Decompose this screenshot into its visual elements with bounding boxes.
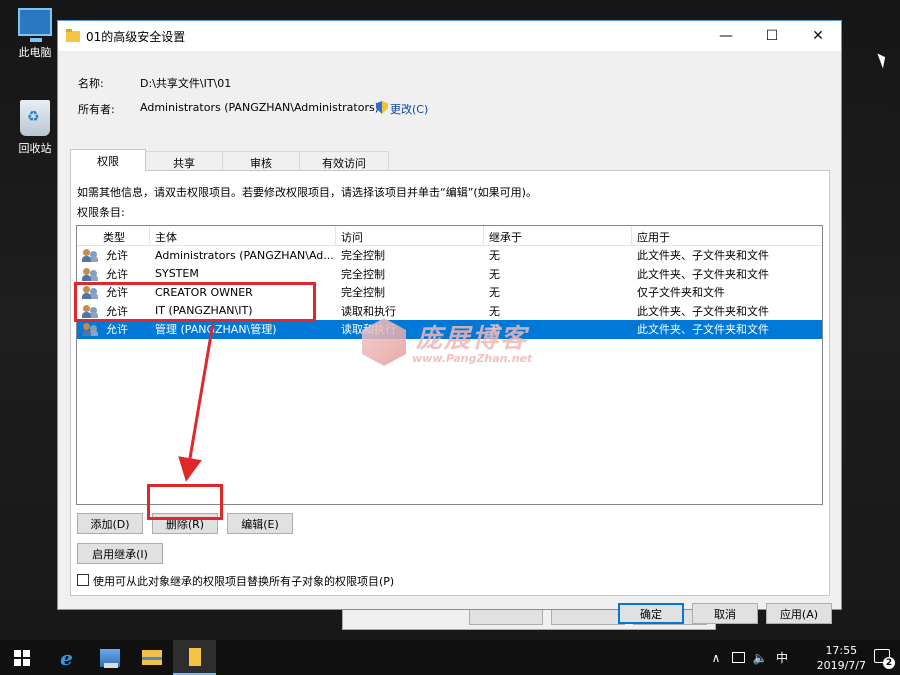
watermark-text: 庞展博客	[416, 324, 529, 354]
tab-auditing[interactable]: 审核	[222, 151, 300, 171]
tab-effective-access[interactable]: 有效访问	[299, 151, 389, 171]
name-label: 名称:	[78, 77, 104, 90]
row-inherited-from: 无	[489, 304, 500, 318]
highlight-box-remove-button	[147, 484, 223, 520]
highlight-box-selected-entry	[74, 282, 316, 322]
desktop-icon-label: 回收站	[18, 142, 52, 155]
row-principal: 管理 (PANGZHAN\管理)	[155, 323, 277, 337]
replace-child-permissions-checkbox[interactable]	[77, 574, 89, 586]
permission-entries-label: 权限条目:	[77, 206, 125, 219]
owner-label: 所有者:	[78, 103, 115, 116]
row-type: 允许	[106, 249, 128, 263]
taskbar-clock[interactable]: 17:55 2019/7/7	[817, 643, 866, 673]
mouse-cursor-icon	[877, 51, 889, 69]
window-title: 01的高级安全设置	[86, 29, 186, 44]
network-icon[interactable]	[728, 640, 748, 675]
ok-button[interactable]: 确定	[618, 603, 684, 624]
desktop-icon-recycle-bin[interactable]: 回收站	[7, 100, 63, 156]
row-access: 完全控制	[341, 286, 385, 300]
name-value: D:\共享文件\IT\01	[140, 77, 232, 90]
column-header-access[interactable]: 访问	[336, 226, 484, 246]
owner-value: Administrators (PANGZHAN\Administrators)	[140, 101, 379, 114]
tray-overflow-chevron[interactable]: ∧	[706, 640, 726, 675]
column-header-inherited-from[interactable]: 继承于	[484, 226, 632, 246]
tab-permissions[interactable]: 权限	[70, 149, 146, 171]
users-icon	[82, 322, 98, 337]
row-access: 读取和执行	[341, 304, 396, 318]
clock-date: 2019/7/7	[816, 659, 866, 672]
users-icon	[82, 267, 98, 281]
row-applies-to: 此文件夹、子文件夹和文件	[637, 267, 769, 281]
start-button[interactable]	[0, 640, 43, 675]
row-applies-to: 仅子文件夹和文件	[637, 286, 725, 300]
row-inherited-from: 无	[489, 249, 500, 263]
tab-sharing[interactable]: 共享	[145, 151, 223, 171]
row-access: 完全控制	[341, 249, 385, 263]
row-applies-to: 此文件夹、子文件夹和文件	[637, 249, 769, 263]
tab-strip: 权限 共享 审核 有效访问	[70, 149, 389, 171]
server-manager-icon	[99, 648, 120, 668]
maximize-button[interactable]: ☐	[749, 21, 795, 51]
taskbar-server-manager[interactable]	[88, 640, 131, 675]
column-header-type[interactable]: 类型	[77, 226, 150, 246]
row-type: 允许	[106, 323, 128, 337]
column-header-applies-to[interactable]: 应用于	[632, 226, 822, 246]
apply-button[interactable]: 应用(A)	[766, 603, 832, 624]
windows-logo-icon	[13, 649, 30, 666]
row-type: 允许	[106, 267, 128, 281]
row-principal: SYSTEM	[155, 267, 199, 281]
folder-icon	[66, 28, 80, 42]
file-explorer-icon	[141, 650, 162, 665]
row-access: 完全控制	[341, 267, 385, 281]
edit-button[interactable]: 编辑(E)	[227, 513, 293, 534]
internet-explorer-icon: e	[60, 645, 73, 670]
taskbar-security-settings-window[interactable]	[173, 640, 216, 675]
watermark: 庞展博客 www.PangZhan.net	[362, 318, 562, 374]
list-header: 类型 主体 访问 继承于 应用于	[77, 226, 822, 246]
table-row[interactable]: 允许 SYSTEM 完全控制 无 此文件夹、子文件夹和文件	[77, 265, 822, 284]
watermark-logo-icon	[362, 318, 406, 366]
cancel-button[interactable]: 取消	[692, 603, 758, 624]
row-principal: Administrators (PANGZHAN\Ad...	[155, 248, 334, 262]
minimize-button[interactable]: —	[703, 21, 749, 51]
instruction-text: 如需其他信息，请双击权限项目。若要修改权限项目，请选择该项目并单击“编辑”(如果…	[77, 186, 537, 199]
input-method-indicator[interactable]: 中	[772, 640, 792, 675]
enable-inheritance-button[interactable]: 启用继承(I)	[77, 543, 163, 564]
taskbar-file-explorer[interactable]	[130, 640, 173, 675]
column-header-principal[interactable]: 主体	[150, 226, 336, 246]
taskbar-internet-explorer[interactable]: e	[45, 640, 88, 675]
desktop-icon-this-pc[interactable]: 此电脑	[7, 8, 63, 60]
taskbar: e ∧ 🔈 中 17:55 2019/7/7 2	[0, 640, 900, 675]
row-inherited-from: 无	[489, 286, 500, 300]
row-applies-to: 此文件夹、子文件夹和文件	[637, 323, 769, 337]
clock-time: 17:55	[825, 644, 858, 657]
watermark-url: www.PangZhan.net	[412, 352, 533, 365]
title-bar[interactable]: 01的高级安全设置 — ☐ ✕	[58, 21, 841, 51]
computer-icon	[18, 8, 52, 42]
add-button[interactable]: 添加(D)	[77, 513, 143, 534]
desktop-icon-label: 此电脑	[18, 46, 52, 59]
notification-count-badge: 2	[883, 657, 895, 669]
users-icon	[82, 248, 98, 263]
volume-muted-icon[interactable]: 🔈	[750, 640, 770, 675]
row-applies-to: 此文件夹、子文件夹和文件	[637, 304, 769, 318]
close-button[interactable]: ✕	[795, 21, 841, 51]
recycle-bin-icon	[20, 100, 50, 136]
replace-child-permissions-label: 使用可从此对象继承的权限项目替换所有子对象的权限项目(P)	[93, 575, 395, 588]
folder-icon	[188, 647, 201, 666]
row-inherited-from: 无	[489, 267, 500, 281]
table-row[interactable]: 允许 Administrators (PANGZHAN\Ad... 完全控制 无…	[77, 246, 822, 265]
change-owner-link[interactable]: 更改(C)	[390, 101, 428, 117]
